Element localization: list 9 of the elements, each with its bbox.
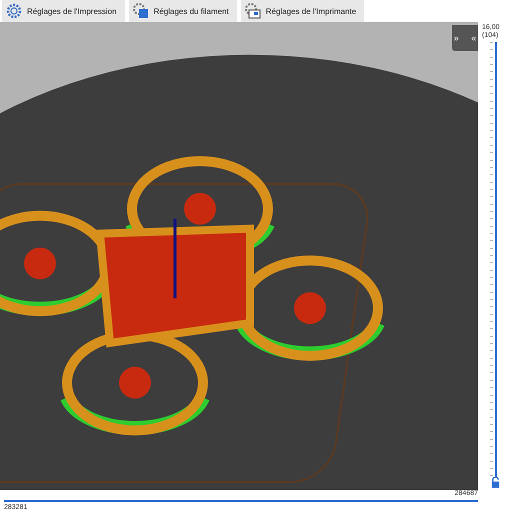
tab[interactable]: Réglages de l'Impression [2, 0, 125, 22]
gear-icon [6, 3, 22, 19]
collapse-sidebar-button[interactable]: » « [452, 25, 478, 51]
gear-printer-icon [244, 3, 261, 19]
tab[interactable]: Réglages du filament [128, 0, 237, 22]
tab[interactable]: Réglages de l'Imprimante [240, 0, 364, 22]
unlock-icon[interactable] [491, 477, 500, 488]
layer-slider-handle[interactable] [495, 42, 497, 477]
move-slider-handle[interactable] [4, 500, 478, 502]
